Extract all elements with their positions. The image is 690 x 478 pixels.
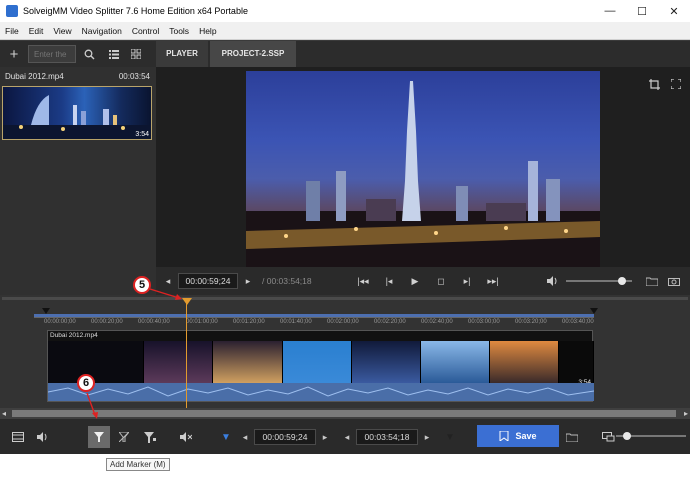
next-marker-icon[interactable]: ▸▸| <box>484 271 502 291</box>
folder-icon[interactable] <box>644 271 660 291</box>
timeline-panel: 00:00:00;00 00:00:20;00 00:00:40;00 00:0… <box>0 295 690 419</box>
add-marker-tooltip: Add Marker (M) <box>106 458 170 471</box>
menu-tools[interactable]: Tools <box>164 26 194 36</box>
video-track[interactable]: Dubai 2012.mp4 3:54 <box>47 330 595 402</box>
ruler-tick-label: 00:03:40;00 <box>562 319 594 325</box>
callout-5-arrow <box>149 288 182 300</box>
minimize-button[interactable]: — <box>594 0 626 22</box>
ruler-tick-label: 00:00:00;00 <box>44 319 76 325</box>
top-toolbar: + <box>0 41 690 67</box>
zoom-slider-knob[interactable] <box>623 432 631 440</box>
step-forward-button[interactable]: ▸ <box>240 271 256 291</box>
marker-in-time[interactable]: 00:00:59;24 <box>254 429 316 445</box>
video-thumbnail[interactable]: 3:54 <box>2 86 152 140</box>
tab-project[interactable]: PROJECT-2.SSP <box>210 41 296 67</box>
tab-player[interactable]: PLAYER <box>156 41 208 67</box>
search-input[interactable] <box>28 45 76 63</box>
editing-toolbar: ▼ ◂ 00:00:59;24 ▸ ◂ 00:03:54;18 ▸ ▼ Save <box>0 419 690 454</box>
volume-icon[interactable] <box>544 271 560 291</box>
app-icon <box>6 5 18 17</box>
volume-slider[interactable] <box>566 277 632 285</box>
ruler-tick-label: 00:00:20;00 <box>91 319 123 325</box>
ruler-tick-label: 00:02:00;00 <box>327 319 359 325</box>
app-window: SolveigMM Video Splitter 7.6 Home Editio… <box>0 0 690 454</box>
marker-out-icon[interactable]: ▼ <box>440 427 460 447</box>
add-file-button[interactable]: + <box>6 45 22 63</box>
file-duration: 00:03:54 <box>118 72 150 81</box>
title-bar: SolveigMM Video Splitter 7.6 Home Editio… <box>0 0 690 22</box>
marker-in-icon[interactable]: ▼ <box>216 427 236 447</box>
remove-marker-icon[interactable] <box>114 427 134 447</box>
output-folder-icon[interactable] <box>562 427 582 447</box>
marker-in-back-button[interactable]: ◂ <box>238 427 252 447</box>
zoom-slider[interactable] <box>616 432 686 440</box>
marker-options-icon[interactable] <box>140 427 160 447</box>
marker-in-forward-button[interactable]: ▸ <box>318 427 332 447</box>
range-end-marker[interactable] <box>590 308 598 314</box>
previous-marker-icon[interactable]: |◂◂ <box>354 271 372 291</box>
scroll-left-icon[interactable]: ◂ <box>2 409 6 418</box>
total-time: / 00:03:54;18 <box>262 276 312 286</box>
current-time-display[interactable]: 00:00:59;24 <box>178 273 238 289</box>
marker-out-forward-button[interactable]: ▸ <box>420 427 434 447</box>
save-label: Save <box>515 431 537 441</box>
playhead[interactable] <box>186 300 187 410</box>
ruler-tick-label: 00:03:20;00 <box>515 319 547 325</box>
snapshot-icon[interactable] <box>666 271 682 291</box>
menu-bar: File Edit View Navigation Control Tools … <box>0 22 690 40</box>
window-title: SolveigMM Video Splitter 7.6 Home Editio… <box>23 6 248 16</box>
zoom-fit-icon[interactable] <box>598 427 618 447</box>
previous-frame-icon[interactable]: |◂ <box>380 271 398 291</box>
menu-navigation[interactable]: Navigation <box>77 26 127 36</box>
volume-slider-knob[interactable] <box>618 277 627 285</box>
maximize-button[interactable]: ☐ <box>626 0 658 22</box>
time-ruler[interactable] <box>34 317 594 318</box>
menu-control[interactable]: Control <box>127 26 164 36</box>
menu-help[interactable]: Help <box>194 26 221 36</box>
ruler-tick-label: 00:03:00;00 <box>468 319 500 325</box>
play-icon[interactable]: ▶ <box>406 271 424 291</box>
timeline-top-scroll[interactable] <box>2 297 688 300</box>
ruler-tick-label: 00:02:20;00 <box>374 319 406 325</box>
ruler-tick-label: 00:02:40;00 <box>421 319 453 325</box>
video-frame <box>246 71 600 267</box>
crop-icon[interactable] <box>646 75 662 93</box>
thumbnail-duration: 3:54 <box>135 131 149 138</box>
track-label: Dubai 2012.mp4 <box>50 332 98 339</box>
scroll-right-icon[interactable]: ▸ <box>684 409 688 418</box>
grid-view-icon[interactable] <box>128 45 144 63</box>
scrollbar-thumb[interactable] <box>12 410 676 417</box>
marker-out-time[interactable]: 00:03:54;18 <box>356 429 418 445</box>
menu-view[interactable]: View <box>48 26 76 36</box>
track-frames <box>48 341 594 383</box>
file-name: Dubai 2012.mp4 <box>5 72 64 81</box>
mute-icon[interactable] <box>176 427 196 447</box>
video-preview-area <box>156 67 690 267</box>
menu-edit[interactable]: Edit <box>24 26 49 36</box>
ruler-tick-label: 00:01:40;00 <box>280 319 312 325</box>
list-view-icon[interactable] <box>106 45 122 63</box>
next-frame-icon[interactable]: ▸| <box>458 271 476 291</box>
fullscreen-icon[interactable] <box>668 75 684 93</box>
ruler-tick-label: 00:00:40;00 <box>138 319 170 325</box>
stop-icon[interactable]: ◻ <box>432 271 450 291</box>
add-marker-button[interactable] <box>88 426 110 448</box>
player-controls: ◂ 00:00:59;24 ▸ / 00:03:54;18 |◂◂ |◂ ▶ ◻… <box>156 267 690 295</box>
ruler-tick-label: 00:01:20;00 <box>233 319 265 325</box>
menu-file[interactable]: File <box>0 26 24 36</box>
media-library-panel: Dubai 2012.mp4 00:03:54 3:54 <box>0 67 156 295</box>
audio-waveform <box>47 383 595 401</box>
timeline-scrollbar[interactable]: ◂ ▸ <box>0 408 690 419</box>
save-button[interactable]: Save <box>477 425 559 447</box>
range-start-marker[interactable] <box>42 308 50 314</box>
audio-track-toggle-icon[interactable] <box>32 427 52 447</box>
search-icon[interactable] <box>80 45 98 63</box>
marker-out-back-button[interactable]: ◂ <box>340 427 354 447</box>
close-button[interactable]: ✕ <box>658 0 690 22</box>
callout-6-arrow <box>86 392 98 419</box>
video-track-toggle-icon[interactable] <box>8 427 28 447</box>
callout-6: 6 <box>77 374 95 392</box>
ruler-tick-label: 00:01:00;00 <box>186 319 218 325</box>
